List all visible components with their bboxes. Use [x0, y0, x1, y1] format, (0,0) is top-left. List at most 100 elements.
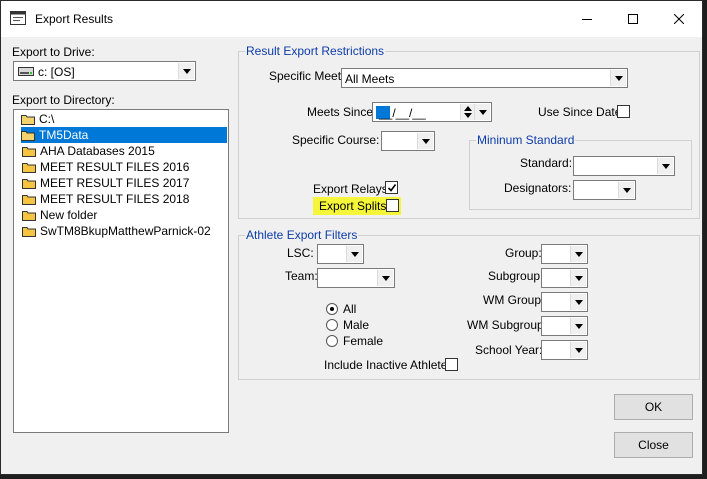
standard-select[interactable]	[573, 156, 675, 176]
wm-group-label: WM Group:	[483, 293, 545, 307]
directory-item[interactable]: MEET RESULT FILES 2017	[22, 175, 189, 191]
specific-course-label: Specific Course:	[292, 133, 380, 147]
chevron-down-icon	[381, 275, 390, 281]
use-since-date-label: Use Since Date	[538, 105, 622, 119]
specific-course-dropdown-button[interactable]	[417, 133, 433, 149]
subgroup-select[interactable]	[541, 268, 588, 288]
chevron-down-icon	[622, 187, 631, 193]
checkmark-icon	[387, 184, 397, 192]
spin-up-icon[interactable]	[464, 106, 472, 111]
chevron-down-icon	[614, 75, 623, 81]
wm-group-select[interactable]	[541, 292, 588, 312]
gender-male-label: Male	[343, 318, 370, 332]
directory-item-selected[interactable]: TM5Data	[21, 127, 227, 143]
restrictions-group-title: Result Export Restrictions	[245, 44, 386, 58]
wm-group-dropdown-button[interactable]	[570, 294, 586, 310]
minimize-button[interactable]	[564, 1, 610, 37]
gender-all-label: All	[343, 302, 357, 316]
subgroup-dropdown-button[interactable]	[570, 270, 586, 286]
folder-icon	[22, 162, 36, 173]
minimize-icon	[582, 19, 592, 20]
chevron-down-icon	[661, 163, 670, 169]
minimum-standard-title: Mininum Standard	[476, 133, 576, 147]
drive-select[interactable]: c: [OS]	[13, 61, 196, 81]
directory-item[interactable]: MEET RESULT FILES 2018	[22, 191, 189, 207]
title-bar[interactable]: Export Results	[1, 1, 702, 37]
directory-item[interactable]: SwTM8BkupMatthewParnick-02	[22, 223, 211, 239]
directory-item[interactable]: MEET RESULT FILES 2016	[22, 159, 189, 175]
app-window-icon	[10, 11, 26, 25]
standard-label: Standard:	[520, 156, 573, 170]
group-select[interactable]	[541, 244, 588, 264]
close-button[interactable]: Close	[614, 432, 693, 458]
specific-meet-value: All Meets	[345, 72, 395, 86]
chevron-down-icon	[574, 251, 583, 257]
directory-item-label: SwTM8BkupMatthewParnick-02	[40, 224, 211, 238]
directory-item-label: New folder	[40, 208, 98, 222]
drive-label: Export to Drive:	[12, 45, 95, 59]
chevron-down-icon	[574, 299, 583, 305]
wm-subgroup-select[interactable]	[541, 316, 588, 336]
lsc-select[interactable]	[317, 244, 364, 264]
ok-button[interactable]: OK	[614, 394, 693, 420]
window-title: Export Results	[35, 12, 114, 26]
date-spinner[interactable]	[460, 104, 474, 120]
directory-item-label: MEET RESULT FILES 2016	[40, 160, 190, 174]
meets-since-dropdown-button[interactable]	[474, 104, 490, 120]
specific-meet-select[interactable]: All Meets	[341, 68, 628, 88]
drive-dropdown-button[interactable]	[178, 63, 194, 79]
directory-item[interactable]: AHA Databases 2015	[22, 143, 155, 159]
directory-item[interactable]: New folder	[22, 207, 97, 223]
close-window-button[interactable]	[656, 1, 702, 37]
gender-female-label: Female	[343, 334, 384, 348]
designators-dropdown-button[interactable]	[618, 182, 634, 198]
directory-item-label: TM5Data	[39, 128, 89, 142]
specific-course-select[interactable]	[381, 131, 435, 151]
open-folder-icon	[21, 114, 35, 125]
directory-item-label: AHA Databases 2015	[40, 144, 155, 158]
open-folder-icon	[21, 130, 35, 141]
export-splits-checkbox[interactable]	[386, 199, 399, 212]
school-year-dropdown-button[interactable]	[570, 342, 586, 358]
meets-since-label: Meets Since:	[307, 105, 377, 119]
directory-list[interactable]: C:\ TM5Data AHA Databases 2015 MEET RESU…	[13, 109, 229, 433]
team-select[interactable]	[317, 268, 395, 288]
gender-radio-female[interactable]	[326, 335, 338, 347]
group-dropdown-button[interactable]	[570, 246, 586, 262]
specific-meet-dropdown-button[interactable]	[610, 70, 626, 86]
team-dropdown-button[interactable]	[377, 270, 393, 286]
chevron-down-icon	[182, 68, 191, 74]
include-inactive-checkbox[interactable]	[445, 358, 458, 371]
directory-item-label: MEET RESULT FILES 2017	[40, 176, 190, 190]
export-relays-checkbox[interactable]	[385, 181, 398, 194]
spin-down-icon[interactable]	[464, 113, 472, 118]
folder-icon	[22, 210, 36, 221]
lsc-dropdown-button[interactable]	[346, 246, 362, 262]
athlete-filters-title: Athlete Export Filters	[245, 228, 359, 242]
chevron-down-icon	[421, 138, 430, 144]
lsc-label: LSC:	[287, 246, 314, 260]
team-label: Team:	[285, 269, 318, 283]
gender-radio-male[interactable]	[326, 319, 338, 331]
meets-since-date-picker[interactable]: __/__/__	[372, 102, 492, 122]
chevron-down-icon	[574, 275, 583, 281]
maximize-button[interactable]	[610, 1, 656, 37]
school-year-select[interactable]	[541, 340, 588, 360]
directory-item[interactable]: C:\	[21, 111, 54, 127]
maximize-icon	[628, 14, 638, 24]
wm-subgroup-dropdown-button[interactable]	[570, 318, 586, 334]
gender-radio-all[interactable]	[326, 303, 338, 315]
standard-dropdown-button[interactable]	[657, 158, 673, 174]
chevron-down-icon	[574, 323, 583, 329]
chevron-down-icon	[350, 251, 359, 257]
export-relays-label: Export Relays	[313, 182, 388, 196]
wm-subgroup-label: WM Subgroup:	[467, 318, 548, 332]
subgroup-label: Subgroup:	[488, 269, 544, 283]
designators-select[interactable]	[573, 180, 636, 200]
use-since-date-checkbox[interactable]	[617, 105, 630, 118]
folder-icon	[22, 226, 36, 237]
drive-value: c: [OS]	[38, 65, 75, 79]
export-splits-label: Export Splits	[319, 199, 387, 213]
school-year-label: School Year:	[475, 343, 543, 357]
folder-icon	[22, 178, 36, 189]
